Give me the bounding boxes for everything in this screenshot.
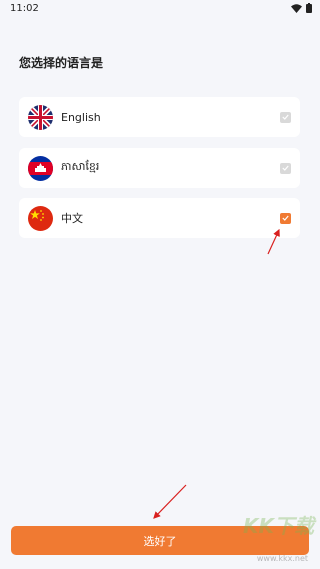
language-label: 中文 (61, 212, 83, 225)
annotation-arrows (153, 228, 280, 519)
language-option-khmer[interactable]: ភាសាខ្មែរ (19, 148, 300, 188)
watermark-url: www.kkx.net (256, 554, 308, 563)
language-label: ភាសាខ្មែរ (61, 160, 100, 173)
annotation-arrow (153, 484, 187, 519)
uk-flag-icon (28, 104, 53, 130)
status-icons (291, 3, 312, 13)
checkbox-checked-icon[interactable] (280, 212, 291, 224)
wifi-icon (291, 3, 302, 13)
language-label: English (61, 110, 101, 124)
watermark-logo: KK下载 (243, 514, 314, 538)
page-title: 您选择的语言是 (19, 56, 104, 70)
status-bar: 11:02 (0, 0, 320, 18)
cambodia-flag-icon (28, 155, 53, 181)
status-time: 11:02 (10, 3, 39, 14)
checkbox-unchecked-icon[interactable] (280, 111, 291, 123)
language-option-english[interactable]: English (19, 97, 300, 137)
battery-icon (306, 3, 312, 13)
china-flag-icon (28, 205, 53, 231)
checkbox-unchecked-icon[interactable] (280, 162, 291, 174)
language-option-chinese[interactable]: 中文 (19, 198, 300, 238)
